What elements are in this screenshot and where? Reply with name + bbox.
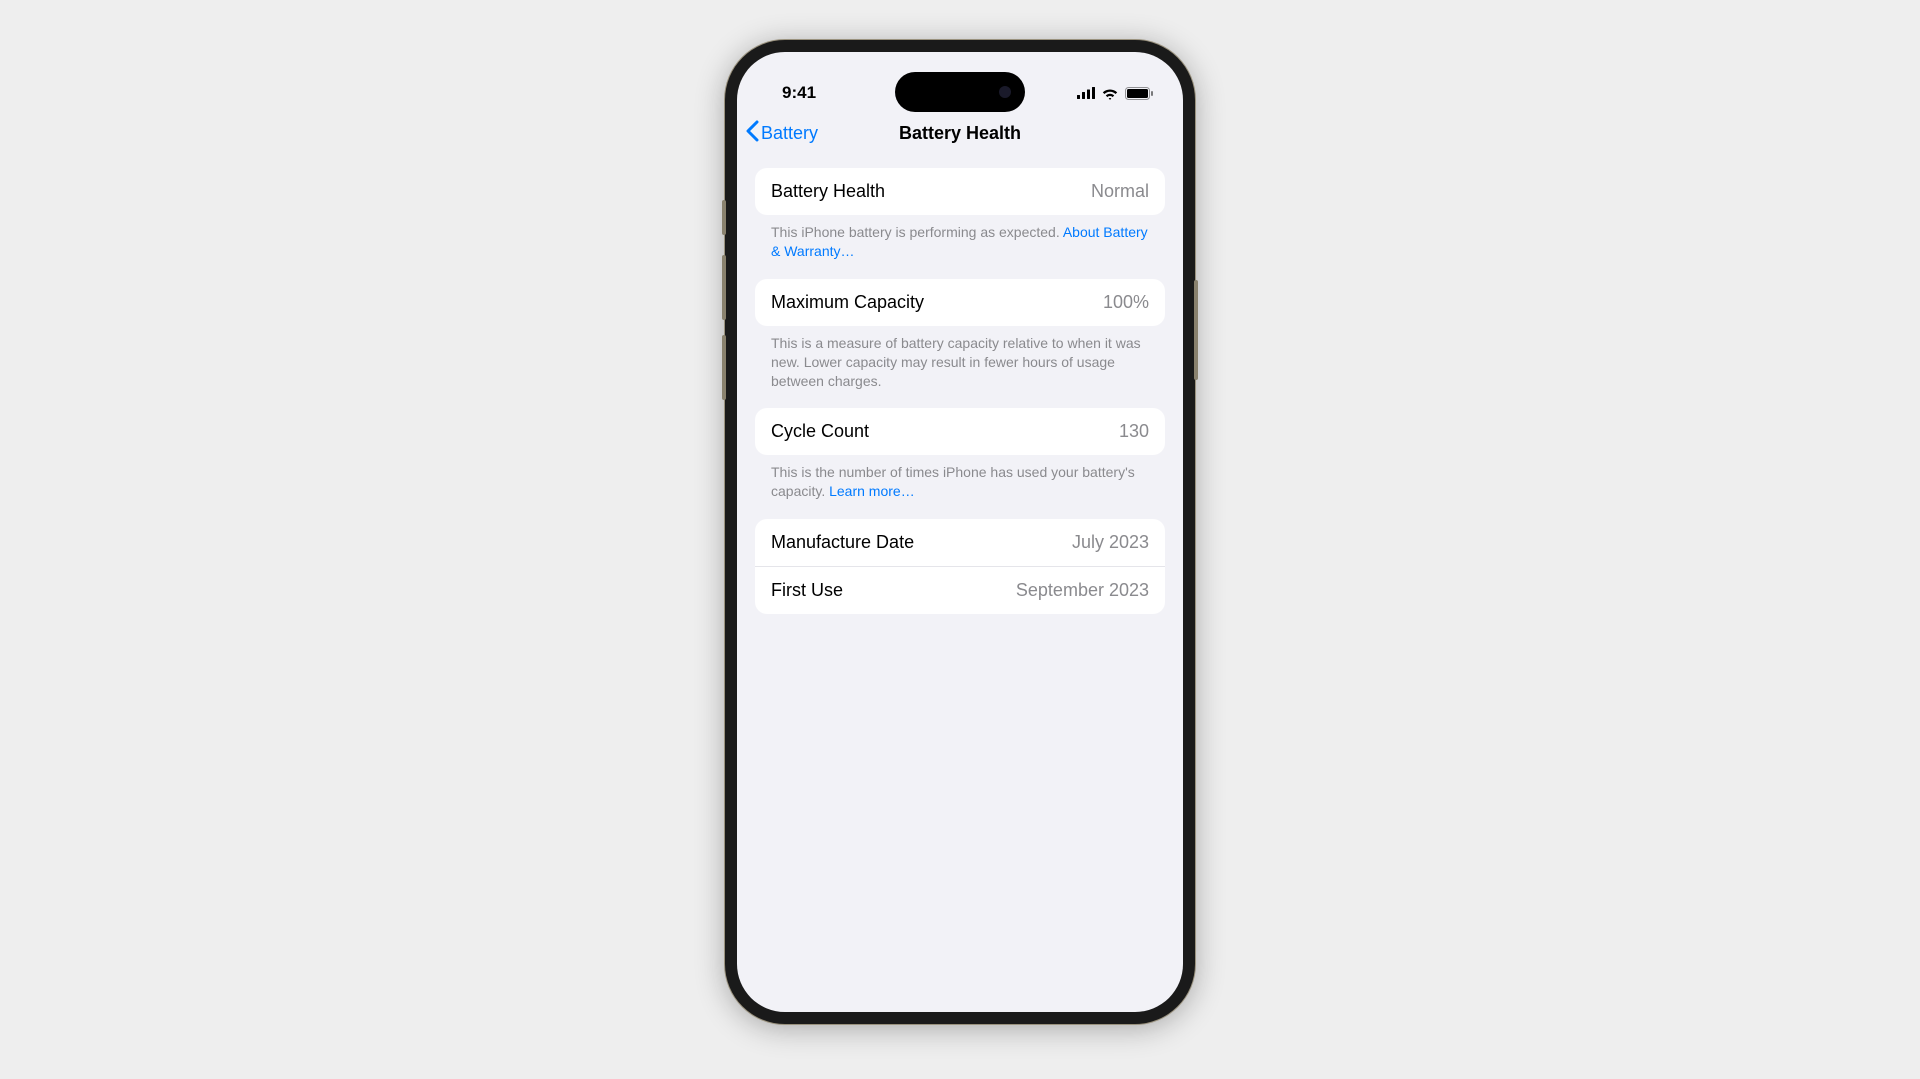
row-label: First Use <box>771 580 843 601</box>
settings-content: Battery Health Normal This iPhone batter… <box>737 158 1183 614</box>
row-label: Maximum Capacity <box>771 292 924 313</box>
volume-up-button <box>722 255 726 320</box>
battery-health-group: Battery Health Normal This iPhone batter… <box>755 168 1165 261</box>
wifi-icon <box>1101 87 1119 100</box>
cycle-count-group: Cycle Count 130 This is the number of ti… <box>755 408 1165 501</box>
battery-health-footer: This iPhone battery is performing as exp… <box>755 215 1165 261</box>
maximum-capacity-row[interactable]: Maximum Capacity 100% <box>755 279 1165 326</box>
footer-text: This iPhone battery is performing as exp… <box>771 224 1063 240</box>
row-value: 130 <box>1119 421 1149 442</box>
maximum-capacity-card: Maximum Capacity 100% <box>755 279 1165 326</box>
maximum-capacity-group: Maximum Capacity 100% This is a measure … <box>755 279 1165 391</box>
back-label: Battery <box>761 123 818 144</box>
power-button <box>1194 280 1198 380</box>
learn-more-link[interactable]: Learn more… <box>829 483 915 499</box>
page-title: Battery Health <box>899 123 1021 144</box>
battery-health-row[interactable]: Battery Health Normal <box>755 168 1165 215</box>
footer-text: This is the number of times iPhone has u… <box>771 464 1135 499</box>
first-use-row[interactable]: First Use September 2023 <box>755 566 1165 614</box>
cellular-signal-icon <box>1077 87 1095 99</box>
cycle-count-footer: This is the number of times iPhone has u… <box>755 455 1165 501</box>
phone-screen: 9:41 Battery Battery Health <box>737 52 1183 1012</box>
status-time: 9:41 <box>782 83 816 103</box>
phone-frame: 9:41 Battery Battery Health <box>725 40 1195 1024</box>
mute-switch <box>722 200 726 235</box>
battery-icon <box>1125 87 1153 100</box>
dates-group: Manufacture Date July 2023 First Use Sep… <box>755 519 1165 614</box>
dates-card: Manufacture Date July 2023 First Use Sep… <box>755 519 1165 614</box>
battery-health-card: Battery Health Normal <box>755 168 1165 215</box>
cycle-count-card: Cycle Count 130 <box>755 408 1165 455</box>
footer-text: This is a measure of battery capacity re… <box>771 335 1141 389</box>
row-label: Manufacture Date <box>771 532 914 553</box>
row-value: Normal <box>1091 181 1149 202</box>
status-icons <box>1077 87 1153 100</box>
row-label: Battery Health <box>771 181 885 202</box>
chevron-left-icon <box>745 120 759 147</box>
cycle-count-row[interactable]: Cycle Count 130 <box>755 408 1165 455</box>
navigation-bar: Battery Battery Health <box>737 112 1183 158</box>
manufacture-date-row[interactable]: Manufacture Date July 2023 <box>755 519 1165 566</box>
row-value: 100% <box>1103 292 1149 313</box>
row-value: September 2023 <box>1016 580 1149 601</box>
dynamic-island <box>895 72 1025 112</box>
volume-down-button <box>722 335 726 400</box>
back-button[interactable]: Battery <box>745 120 818 147</box>
maximum-capacity-footer: This is a measure of battery capacity re… <box>755 326 1165 391</box>
row-label: Cycle Count <box>771 421 869 442</box>
row-value: July 2023 <box>1072 532 1149 553</box>
